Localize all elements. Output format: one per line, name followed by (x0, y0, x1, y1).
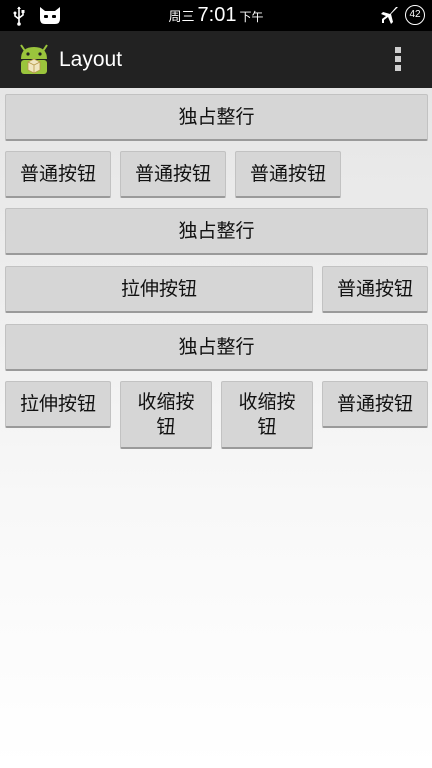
button-label: 普通按钮 (336, 392, 413, 415)
action-bar: Layout (0, 31, 432, 88)
status-bar: 周三 7:01 下午 42 (0, 0, 432, 31)
full-row-button-2[interactable]: 独占整行 (5, 208, 428, 255)
button-label: 收缩按钮 (137, 390, 195, 438)
android-app-icon[interactable] (18, 42, 50, 82)
stretch-button-1[interactable]: 拉伸按钮 (5, 266, 313, 313)
overflow-menu-icon[interactable] (395, 47, 401, 74)
button-label: 普通按钮 (134, 162, 211, 185)
button-label: 拉伸按钮 (19, 392, 96, 415)
button-label: 普通按钮 (249, 162, 326, 185)
button-label: 普通按钮 (19, 162, 96, 185)
full-row-button-3[interactable]: 独占整行 (5, 324, 428, 371)
button-label: 独占整行 (178, 219, 255, 242)
status-ampm: 下午 (239, 10, 264, 24)
button-label: 独占整行 (178, 105, 255, 128)
normal-button-1[interactable]: 普通按钮 (5, 151, 111, 198)
stretch-button-2[interactable]: 拉伸按钮 (5, 381, 111, 428)
shrink-button-1[interactable]: 收缩按钮 (120, 381, 212, 449)
app-title: Layout (59, 48, 123, 71)
status-time: 7:01 (197, 4, 237, 26)
button-label: 拉伸按钮 (120, 277, 197, 300)
normal-button-5[interactable]: 普通按钮 (322, 381, 428, 428)
status-weekday: 周三 (168, 10, 195, 25)
battery-icon: 42 (405, 5, 425, 25)
normal-button-2[interactable]: 普通按钮 (120, 151, 226, 198)
button-label: 收缩按钮 (238, 390, 296, 438)
normal-button-3[interactable]: 普通按钮 (235, 151, 341, 198)
airplane-mode-icon (380, 5, 400, 29)
full-row-button-1[interactable]: 独占整行 (5, 94, 428, 141)
button-label: 独占整行 (178, 335, 255, 358)
status-clock: 周三 7:01 下午 (0, 0, 432, 31)
button-label: 普通按钮 (336, 277, 413, 300)
shrink-button-2[interactable]: 收缩按钮 (221, 381, 313, 449)
normal-button-4[interactable]: 普通按钮 (322, 266, 428, 313)
